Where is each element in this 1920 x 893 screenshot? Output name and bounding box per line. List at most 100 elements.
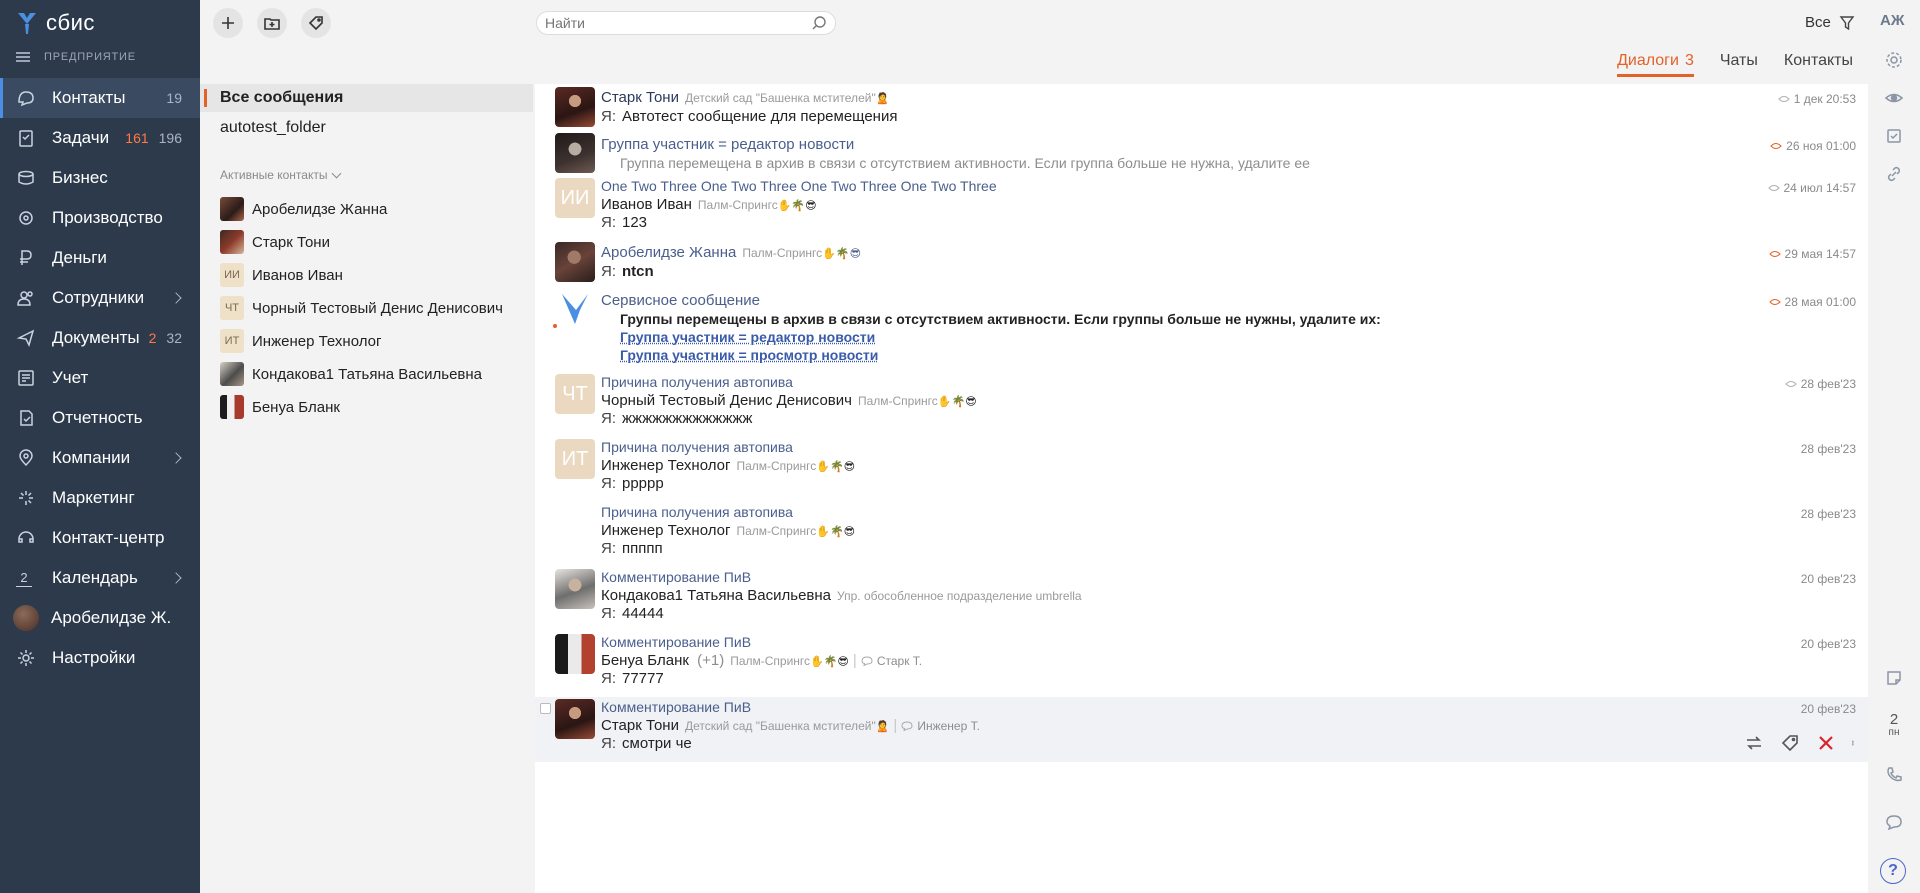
dialog-row[interactable]: ЧТ Причина получения автопива Чорный Тес… <box>535 372 1868 437</box>
active-contact[interactable]: ИТ Инженер Технолог <box>220 329 381 353</box>
dialog-row[interactable]: Комментирование ПиВ Кондакова1 Татьяна В… <box>535 567 1868 632</box>
move-icon[interactable] <box>1744 733 1764 753</box>
me-prefix: Я: <box>601 540 616 557</box>
nav-item-accounting[interactable]: Учет <box>0 358 200 398</box>
avatar <box>220 395 244 419</box>
tab-dialogs[interactable]: Диалоги 3 <box>1617 52 1694 77</box>
gear-icon[interactable] <box>1882 48 1906 72</box>
eye-icon[interactable] <box>1882 86 1906 110</box>
tab-contacts[interactable]: Контакты <box>1784 52 1853 77</box>
chevron-right-icon[interactable] <box>170 452 182 464</box>
menu-icon[interactable] <box>16 52 30 62</box>
nav-count-urgent: 2 <box>148 330 157 346</box>
nav-item-calendar[interactable]: 2 Календарь <box>0 558 200 598</box>
nav-item-money[interactable]: Деньги <box>0 238 200 278</box>
folder-label: autotest_folder <box>220 119 326 136</box>
group-link[interactable]: Группа участник = редактор новости <box>620 329 875 345</box>
dialog-row[interactable]: Комментирование ПиВ Старк Тони Детский са… <box>535 697 1868 762</box>
create-button[interactable] <box>213 8 243 38</box>
nav-item-tasks[interactable]: Задачи 161 196 <box>0 118 200 158</box>
me-prefix: Я: <box>601 410 616 427</box>
search-box[interactable] <box>536 11 836 35</box>
note-icon[interactable] <box>1882 666 1906 690</box>
search-icon[interactable] <box>811 15 827 31</box>
dialog-row[interactable]: ИИ One Two Three One Two Three One Two T… <box>535 176 1868 240</box>
comment-icon <box>901 721 913 732</box>
person-org: Упр. обособленное подразделение umbrella <box>837 589 1082 603</box>
person-emojis: ✋🌴😎 <box>810 656 849 668</box>
person-location: Палм-Спрингс <box>736 524 817 538</box>
dialog-row[interactable]: Старк Тони Детский сад "Башенка мстителей… <box>535 84 1868 132</box>
dialog-row[interactable]: Сервисное сообщение Группы перемещены в … <box>535 288 1868 372</box>
nav-item-business[interactable]: Бизнес <box>0 158 200 198</box>
active-contact[interactable]: Кондакова1 Татьяна Васильевна <box>220 362 482 386</box>
date-text: 1 дек 20:53 <box>1793 92 1856 106</box>
nav-item-profile[interactable]: Аробелидзе Ж. <box>0 598 200 638</box>
app-logo[interactable]: сбис <box>16 8 95 38</box>
nav-item-documents[interactable]: Документы 2 32 <box>0 318 200 358</box>
folder-autotest[interactable]: autotest_folder <box>200 114 533 142</box>
active-contact[interactable]: Старк Тони <box>220 230 330 254</box>
dialog-date: 20 фев'23 <box>1801 637 1856 651</box>
participants-count: (+1) <box>697 652 725 669</box>
calendar-day: 2 <box>1889 711 1899 728</box>
dialog-row[interactable]: Комментирование ПиВ Бенуа Бланк (+1) Палм… <box>535 632 1868 697</box>
filter-button[interactable]: Все <box>1805 14 1855 31</box>
tag-icon[interactable] <box>1780 733 1800 753</box>
active-contacts-header[interactable]: Активные контакты <box>220 168 342 182</box>
active-contact[interactable]: Бенуа Бланк <box>220 395 340 419</box>
nav-item-contact-center[interactable]: Контакт-центр <box>0 518 200 558</box>
help-icon[interactable]: ? <box>1880 858 1906 884</box>
row-checkbox[interactable] <box>540 703 551 714</box>
user-initials-button[interactable]: АЖ <box>1880 12 1904 29</box>
dialog-row[interactable]: Причина получения автопива Инженер Техно… <box>535 502 1868 567</box>
tab-label: Диалоги <box>1617 52 1679 69</box>
dialog-message: Я: ntcn <box>601 263 654 280</box>
chevron-right-icon[interactable] <box>170 572 182 584</box>
nav-item-marketing[interactable]: Маркетинг <box>0 478 200 518</box>
documents-icon <box>16 328 36 348</box>
dialog-date: 20 фев'23 <box>1801 572 1856 586</box>
dialog-row[interactable]: Группа участник = редактор новости Групп… <box>535 132 1868 176</box>
tags-button[interactable] <box>301 8 331 38</box>
chevron-right-icon[interactable] <box>170 292 182 304</box>
calendar-widget[interactable]: 2 пн <box>1882 712 1906 738</box>
nav-item-employees[interactable]: Сотрудники <box>0 278 200 318</box>
new-folder-button[interactable] <box>257 8 287 38</box>
active-contact[interactable]: Аробелидзе Жанна <box>220 197 387 221</box>
funnel-icon <box>1839 15 1855 30</box>
delete-icon[interactable] <box>1816 733 1836 753</box>
search-input[interactable] <box>545 15 795 31</box>
checklist-icon[interactable] <box>1882 124 1906 148</box>
row-actions <box>1744 733 1858 753</box>
phone-icon[interactable] <box>1882 763 1906 787</box>
date-text: 20 фев'23 <box>1800 572 1856 586</box>
avatar <box>555 133 595 173</box>
date-text: 28 фев'23 <box>1800 507 1856 521</box>
me-prefix: Я: <box>601 108 616 125</box>
active-contact[interactable]: ЧТ Чорный Тестовый Денис Денисович <box>220 296 503 320</box>
person-emoji: 🙎 <box>875 93 890 105</box>
dialog-date: 28 фев'23 <box>1785 377 1856 391</box>
nav-item-companies[interactable]: Компании <box>0 438 200 478</box>
chat-icon[interactable] <box>1882 810 1906 834</box>
nav-item-production[interactable]: Производство <box>0 198 200 238</box>
active-contact[interactable]: ИИ Иванов Иван <box>220 263 343 287</box>
tab-chats[interactable]: Чаты <box>1720 52 1758 77</box>
company-switcher[interactable]: ПРЕДПРИЯТИЕ <box>16 51 136 63</box>
nav-item-settings[interactable]: Настройки <box>0 638 200 678</box>
nav-item-contacts[interactable]: Контакты 19 <box>0 78 200 118</box>
nav-item-reports[interactable]: Отчетность <box>0 398 200 438</box>
folder-all-messages[interactable]: Все сообщения <box>200 84 533 112</box>
eye-icon <box>1768 251 1781 257</box>
nav-label: Маркетинг <box>52 488 135 507</box>
person-name: Чорный Тестовый Денис Денисович <box>601 392 852 409</box>
comment-author-name: Старк Т. <box>876 654 923 668</box>
contact-name: Бенуа Бланк <box>252 398 340 416</box>
more-icon[interactable] <box>1852 733 1858 753</box>
group-link[interactable]: Группа участник = просмотр новости <box>620 347 878 363</box>
link-icon[interactable] <box>1882 162 1906 186</box>
dialog-row[interactable]: Аробелидзе Жанна Палм-Спрингс✋🌴😎 Я: ntcn 2… <box>535 240 1868 288</box>
dialog-row[interactable]: ИТ Причина получения автопива Инженер Те… <box>535 437 1868 502</box>
app-logo-text: сбис <box>46 10 95 35</box>
